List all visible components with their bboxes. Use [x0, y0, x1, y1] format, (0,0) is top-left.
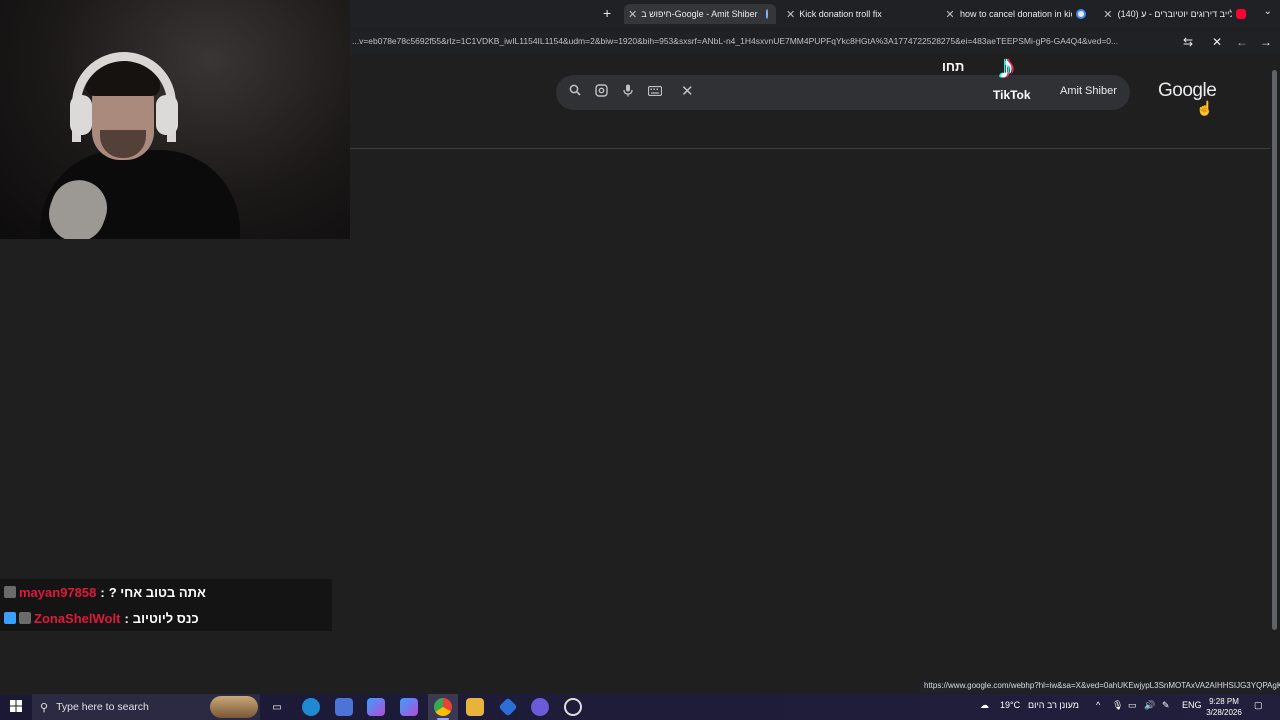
chat-text: אתה בטוב אחי ?: [108, 584, 206, 600]
subscriber-badge-icon: [4, 612, 16, 624]
user-badge-icon: [4, 586, 16, 598]
close-tab-icon[interactable]: ✕: [944, 8, 956, 21]
file-explorer-icon[interactable]: [466, 698, 484, 716]
search-icon[interactable]: [569, 84, 581, 99]
user-badge-icon: [19, 612, 31, 624]
weather-icon[interactable]: ☁: [980, 700, 989, 711]
status-bar-link: https://www.google.com/webhp?hl=iw&sa=X&…: [920, 681, 1280, 693]
microsoft-store-icon[interactable]: [335, 698, 353, 716]
chat-message: mayan97858 : אתה בטוב אחי ?: [4, 581, 206, 603]
copilot-icon[interactable]: [367, 698, 385, 716]
taskbar: ⚲ Type here to search ▭ ☁ 19°C מעונן רב …: [0, 694, 1280, 720]
chat-message: ZonaShelWolt : כנס ליוטיוב: [4, 607, 199, 629]
headphone-left-cup: [70, 95, 92, 135]
chat-text: כנס ליוטיוב: [132, 610, 199, 626]
weather-description[interactable]: מעונן רב היום: [1028, 700, 1079, 710]
tiktok-logo-icon: ♪: [998, 48, 1015, 86]
chat-overlay: mayan97858 : אתה בטוב אחי ? ZonaShelWolt…: [0, 579, 332, 631]
screen: + ✕ חיפוש ב-Google - Amit Shiber ✕ Kick …: [0, 0, 1280, 720]
tune-icon[interactable]: ⇆: [1183, 35, 1193, 49]
mic-icon[interactable]: [623, 84, 633, 100]
tab-label: how to cancel donation in kick: [960, 9, 1072, 19]
headphone-right-cup: [156, 95, 178, 135]
language-indicator[interactable]: ENG: [1182, 700, 1202, 710]
tab-google-search[interactable]: ✕ חיפוש ב-Google - Amit Shiber: [624, 4, 776, 24]
tab-label: Kick donation troll fix: [799, 9, 882, 19]
tab-label: (140) לייב דירוגים יוטיוברים - ע...: [1117, 9, 1233, 19]
close-tab-icon[interactable]: ✕: [1102, 8, 1114, 21]
tab-youtube[interactable]: ✕ (140) לייב דירוגים יוטיוברים - ע...: [1102, 4, 1250, 24]
keyboard-icon[interactable]: [647, 84, 663, 99]
search-highlight-image[interactable]: [210, 696, 258, 718]
tiktok-overlay-text: תחו: [942, 59, 965, 74]
copilot-pro-icon[interactable]: [400, 698, 418, 716]
discord-icon[interactable]: [531, 698, 549, 716]
windows-start-icon[interactable]: [10, 700, 22, 715]
back-icon[interactable]: ←: [1236, 35, 1248, 49]
scrollbar-thumb[interactable]: [1272, 70, 1277, 630]
search-box[interactable]: ✕ Amit Shiber: [556, 75, 1130, 110]
chat-username: ZonaShelWolt: [34, 610, 121, 626]
forward-icon[interactable]: →: [1260, 35, 1272, 49]
chat-username: mayan97858: [19, 584, 97, 600]
url-text[interactable]: ...v=eb078e78c5692f55&rlz=1C1VDKB_iwIL11…: [352, 36, 1176, 46]
google-logo[interactable]: Google: [1158, 80, 1217, 102]
google-icon: [1076, 9, 1086, 19]
tab-search-chevron-icon[interactable]: ⌄: [1264, 6, 1272, 17]
clock-time: 9:28 PM: [1209, 697, 1239, 706]
header-divider: [350, 148, 1270, 149]
new-tab-button[interactable]: +: [603, 5, 611, 21]
volume-icon[interactable]: 🔊: [1144, 700, 1155, 711]
chrome-icon[interactable]: [434, 698, 452, 716]
address-bar[interactable]: ...v=eb078e78c5692f55&rlz=1C1VDKB_iwIL11…: [350, 30, 1280, 54]
task-view-icon[interactable]: ▭: [268, 698, 286, 716]
webcam-feed: [0, 0, 350, 239]
youtube-icon: [1236, 9, 1246, 19]
close-tab-icon[interactable]: ✕: [628, 8, 637, 21]
tray-chevron-icon[interactable]: ^: [1096, 700, 1100, 710]
loading-icon: [765, 9, 768, 19]
search-icon: ⚲: [40, 701, 49, 714]
google-lens-icon[interactable]: [595, 84, 608, 100]
pen-icon[interactable]: ✎: [1162, 700, 1170, 711]
network-icon[interactable]: ▭: [1128, 700, 1137, 711]
google-results-page: [350, 56, 1270, 686]
system-clock[interactable]: 9:28 PM 3/28/2026: [1200, 696, 1248, 718]
clear-icon[interactable]: ✕: [681, 82, 694, 100]
close-tab-icon[interactable]: ✕: [786, 8, 795, 21]
tiktok-label: TikTok: [993, 88, 1031, 102]
mouse-cursor-icon: ☝: [1196, 100, 1214, 116]
mic-tray-icon[interactable]: 🎙: [1112, 700, 1123, 711]
tab-cancel-donation[interactable]: ✕ how to cancel donation in kick: [944, 4, 1094, 24]
tab-label: חיפוש ב-Google - Amit Shiber: [641, 9, 758, 19]
taskbar-search-placeholder: Type here to search: [56, 701, 149, 713]
app-diamond-icon[interactable]: [498, 697, 518, 717]
notifications-icon[interactable]: ▢: [1254, 700, 1263, 711]
search-query[interactable]: Amit Shiber: [1060, 85, 1117, 97]
stop-icon[interactable]: ✕: [1212, 35, 1222, 49]
chat-separator: :: [100, 584, 105, 600]
chat-separator: :: [124, 610, 129, 626]
clock-date: 3/28/2026: [1206, 708, 1242, 717]
obs-icon[interactable]: [564, 698, 582, 716]
tab-kick-donation[interactable]: ✕ Kick donation troll fix: [786, 4, 914, 24]
edge-icon[interactable]: [302, 698, 320, 716]
weather-temp[interactable]: 19°C: [1000, 700, 1020, 710]
